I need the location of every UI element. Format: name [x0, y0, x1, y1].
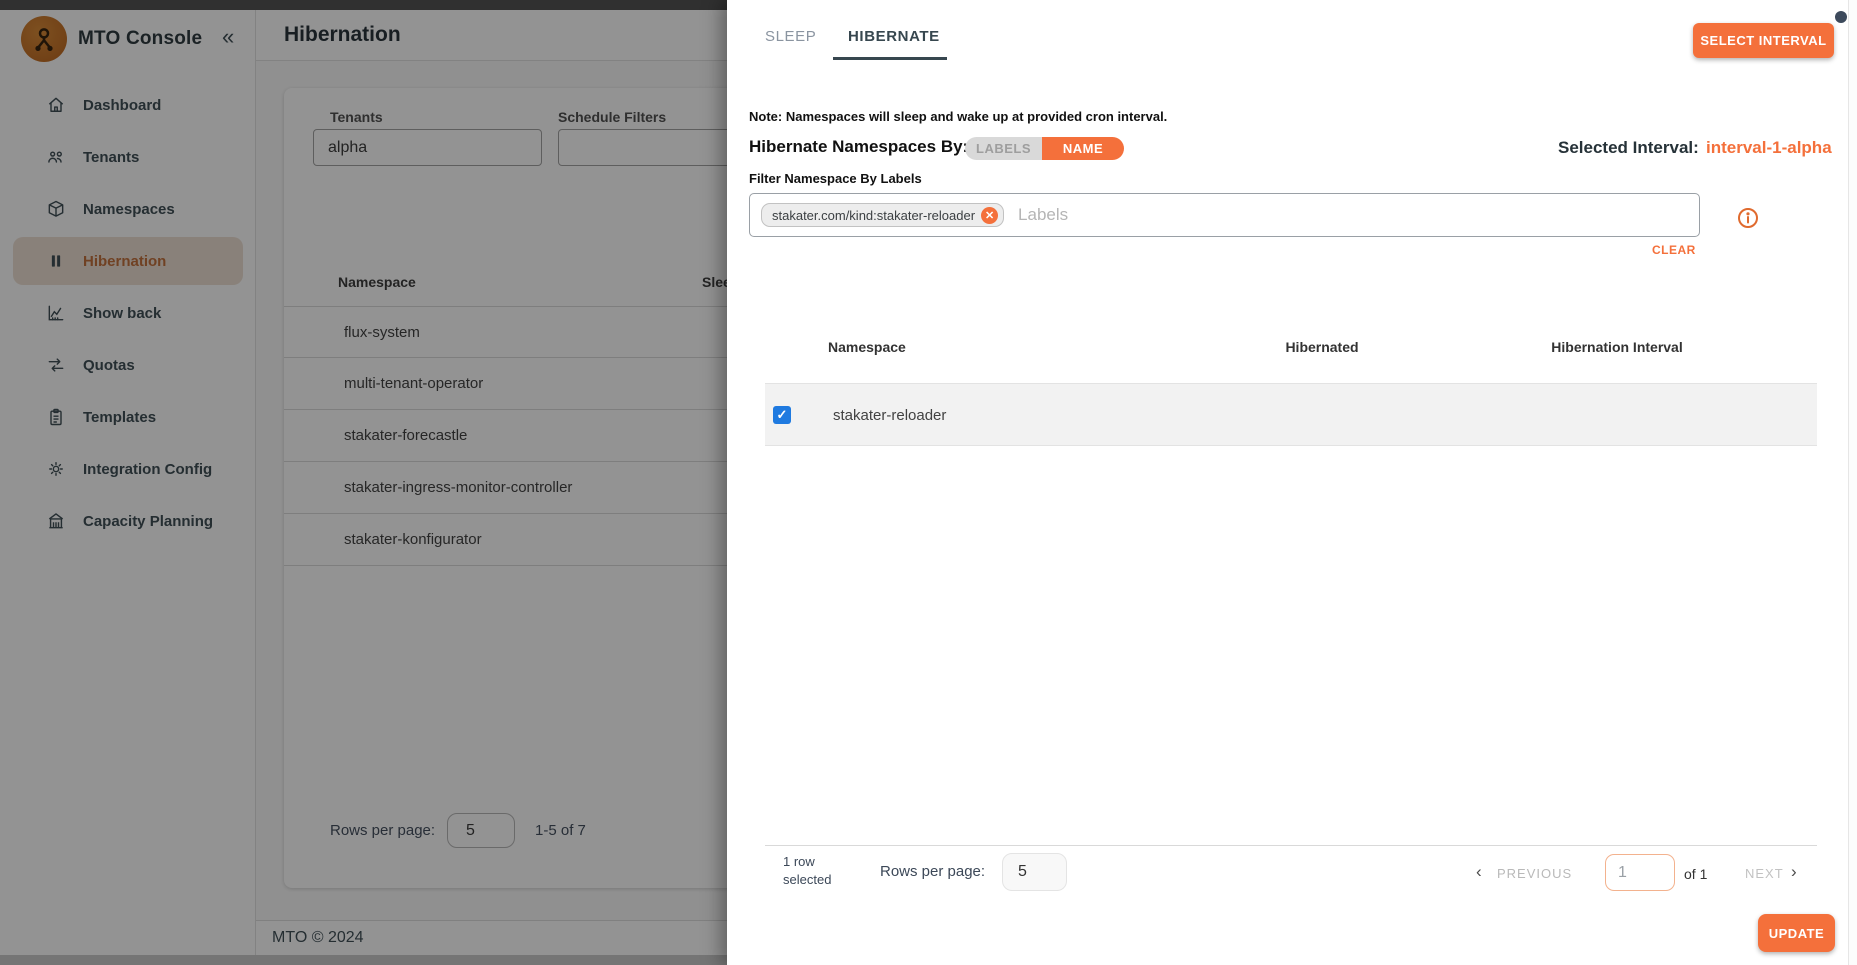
info-icon[interactable] [1736, 206, 1760, 230]
update-button[interactable]: UPDATE [1758, 914, 1835, 952]
label-chip-text: stakater.com/kind:stakater-reloader [772, 208, 975, 223]
previous-button[interactable]: PREVIOUS [1497, 866, 1572, 881]
chip-remove-icon[interactable]: ✕ [981, 207, 998, 224]
screen: MTO Console « Dashboard Tenants Namespac… [0, 0, 1857, 965]
select-interval-button[interactable]: SELECT INTERVAL [1693, 23, 1834, 58]
tab-hibernate[interactable]: HIBERNATE [848, 28, 940, 45]
drawer-table-header-interval: Hibernation Interval [1517, 339, 1717, 355]
drawer-table-header-namespace: Namespace [828, 339, 906, 355]
clear-link[interactable]: CLEAR [1652, 243, 1696, 257]
tab-sleep[interactable]: SLEEP [765, 28, 816, 45]
toggle-option-name[interactable]: NAME [1042, 137, 1124, 160]
selected-interval-value: interval-1-alpha [1706, 138, 1832, 158]
drawer-table-header-hibernated: Hibernated [1247, 339, 1397, 355]
labels-filter-input-container[interactable]: stakater.com/kind:stakater-reloader ✕ [749, 193, 1700, 237]
row-namespace: stakater-reloader [833, 384, 946, 447]
rows-per-page-label: Rows per page: [880, 863, 985, 880]
next-chevron-icon[interactable]: › [1791, 862, 1797, 882]
rows-per-page-select[interactable]: 5 [1002, 853, 1067, 891]
recording-indicator-dot [1835, 11, 1847, 23]
toggle-option-labels[interactable]: LABELS [965, 137, 1042, 160]
selected-rows-count: 1 row selected [783, 853, 847, 889]
divider [765, 845, 1817, 846]
hibernate-drawer: SLEEP HIBERNATE SELECT INTERVAL Note: Na… [727, 0, 1857, 965]
page-number-input[interactable] [1605, 854, 1675, 891]
next-button[interactable]: NEXT [1745, 866, 1784, 881]
label-chip: stakater.com/kind:stakater-reloader ✕ [761, 203, 1004, 227]
scrollbar-track[interactable] [1848, 0, 1857, 965]
previous-chevron-icon[interactable]: ‹ [1476, 862, 1482, 882]
labels-input[interactable] [1018, 205, 1699, 225]
filter-by-labels-label: Filter Namespace By Labels [749, 171, 922, 186]
hibernate-by-toggle: LABELS NAME [965, 137, 1124, 160]
page-count-label: of 1 [1684, 866, 1707, 882]
active-tab-indicator [833, 57, 947, 60]
row-checkbox[interactable] [773, 406, 791, 424]
hibernate-by-label: Hibernate Namespaces By: [749, 137, 968, 157]
table-row[interactable]: stakater-reloader [765, 383, 1817, 446]
selected-interval-label: Selected Interval: [1558, 138, 1699, 158]
note-text: Note: Namespaces will sleep and wake up … [749, 109, 1167, 124]
